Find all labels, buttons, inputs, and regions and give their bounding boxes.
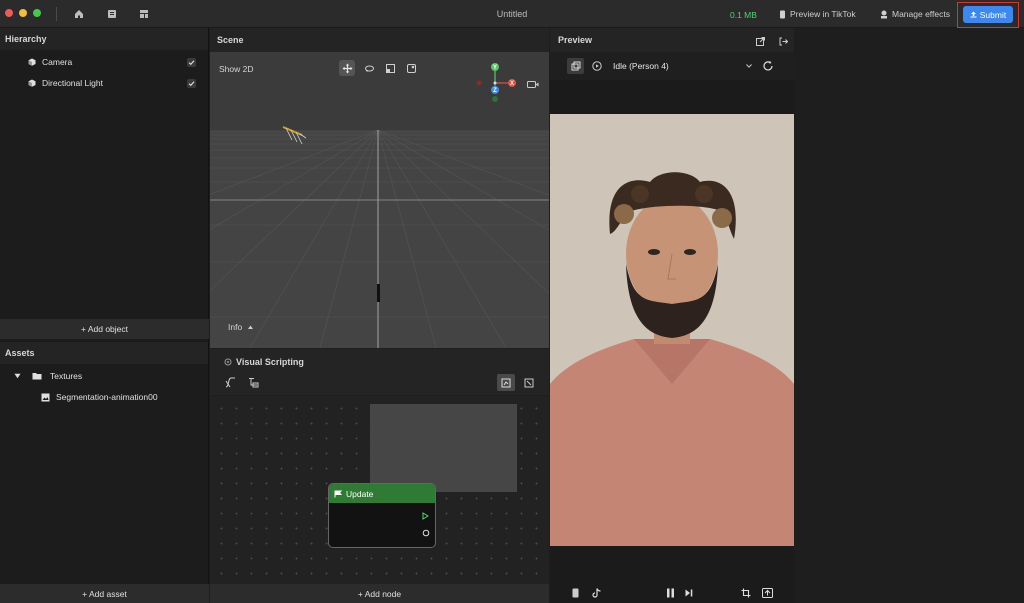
update-node[interactable]: Update <box>328 483 436 548</box>
add-node-button[interactable]: + Add node <box>210 584 549 603</box>
asset-file-label: Segmentation-animation00 <box>56 392 158 402</box>
graph-icon <box>501 378 511 387</box>
cube-icon <box>28 58 36 66</box>
preview-in-tiktok-button[interactable]: Preview in TikTok <box>779 9 856 19</box>
preview-subject-select[interactable]: Idle (Person 4) <box>590 58 754 74</box>
asset-file-segmentation[interactable]: Segmentation-animation00 <box>41 389 158 405</box>
assets-folder-textures[interactable]: Textures <box>14 368 82 384</box>
group-tool-icon[interactable] <box>248 377 259 388</box>
left-panel: Hierarchy Camera Directional Light + Add… <box>0 28 209 603</box>
caret-up-icon <box>248 325 254 329</box>
hierarchy-item-label: Camera <box>42 57 73 67</box>
svg-text:X: X <box>510 81 514 87</box>
submit-label: Submit <box>979 9 1007 20</box>
visual-scripting-title: Visual Scripting <box>224 357 304 367</box>
exec-output-icon[interactable] <box>422 512 429 520</box>
curve-tool-icon[interactable] <box>225 377 236 388</box>
move-tool-button[interactable] <box>339 60 355 76</box>
axis-gizmo[interactable]: Y X Z <box>475 62 525 104</box>
visual-scripting-header: Visual Scripting <box>210 349 549 395</box>
preview-in-tiktok-label: Preview in TikTok <box>790 9 856 19</box>
hierarchy-item-directional-light[interactable]: Directional Light <box>28 75 196 91</box>
pause-icon[interactable] <box>666 588 675 598</box>
assets-header: Assets <box>0 342 208 364</box>
info-label: Info <box>228 322 243 332</box>
window-title: Untitled <box>496 9 528 19</box>
manage-effects-label: Manage effects <box>892 9 950 19</box>
preview-video-frame <box>550 114 794 546</box>
info-toggle[interactable]: Info <box>228 322 254 332</box>
update-node-label: Update <box>346 488 374 499</box>
preview-panel: Preview Idle (Person 4) <box>550 28 794 603</box>
flag-icon <box>334 490 342 497</box>
cube-icon <box>28 79 36 87</box>
svg-text:Z: Z <box>493 88 497 94</box>
exit-icon[interactable] <box>779 37 788 46</box>
layers-icon <box>571 61 580 71</box>
step-forward-icon[interactable] <box>685 589 693 597</box>
camera-view-icon[interactable] <box>527 80 539 89</box>
camera-figure <box>377 284 380 302</box>
visibility-checkbox[interactable] <box>187 78 196 88</box>
move-icon <box>342 63 352 73</box>
folder-icon <box>32 373 42 380</box>
phone-icon <box>780 10 785 18</box>
hierarchy-item-camera[interactable]: Camera <box>28 54 196 70</box>
selection-area <box>370 404 517 492</box>
phone-icon[interactable] <box>572 588 579 598</box>
caret-down-icon[interactable] <box>14 373 21 379</box>
image-file-icon <box>41 393 50 401</box>
chevron-down-icon <box>746 64 752 68</box>
pop-out-icon[interactable] <box>756 37 765 46</box>
update-node-header: Update <box>329 484 435 503</box>
submit-highlight: Submit <box>957 2 1019 28</box>
rect-transform-icon <box>406 63 416 73</box>
person-image <box>550 114 794 546</box>
scale-tool-button[interactable] <box>382 60 398 76</box>
effect-size-label: 0.1 MB <box>730 10 757 20</box>
gear-icon <box>224 358 232 366</box>
preview-toolbar: Idle (Person 4) <box>550 52 794 80</box>
layer-toggle-button[interactable] <box>567 58 584 74</box>
scene-header: Scene <box>210 28 549 52</box>
visibility-checkbox[interactable] <box>187 57 196 67</box>
effects-icon <box>881 10 887 18</box>
scene-viewport[interactable]: Show 2D Y X Z Info <box>210 52 549 348</box>
add-asset-button[interactable]: + Add asset <box>0 584 209 603</box>
rotate-icon <box>364 65 374 72</box>
preview-controls <box>550 583 794 603</box>
crop-icon[interactable] <box>741 588 751 598</box>
show-2d-toggle[interactable]: Show 2D <box>219 64 254 74</box>
tiktok-icon[interactable] <box>592 588 601 598</box>
scale-icon <box>385 63 395 73</box>
preview-subject-value: Idle (Person 4) <box>613 61 669 71</box>
fit-view-icon[interactable] <box>524 378 534 388</box>
manage-effects-button[interactable]: Manage effects <box>880 9 950 19</box>
record-icon[interactable] <box>762 588 773 598</box>
svg-text:Y: Y <box>493 65 497 71</box>
upload-icon <box>970 11 977 18</box>
hierarchy-item-label: Directional Light <box>42 78 103 88</box>
rotate-tool-button[interactable] <box>361 60 377 76</box>
visual-scripting-canvas[interactable]: Update <box>210 396 549 584</box>
graph-view-button[interactable] <box>497 374 515 391</box>
submit-button[interactable]: Submit <box>963 6 1013 23</box>
visual-scripting-label: Visual Scripting <box>236 357 304 367</box>
play-circle-icon[interactable] <box>592 61 602 71</box>
add-object-button[interactable]: + Add object <box>0 319 209 339</box>
folder-label: Textures <box>50 371 83 381</box>
rect-tool-button[interactable] <box>403 60 419 76</box>
title-bar: Untitled 0.1 MB Preview in TikTok Manage… <box>0 0 1024 28</box>
refresh-icon[interactable] <box>762 60 774 72</box>
data-output-icon[interactable] <box>422 529 430 537</box>
empty-workspace <box>794 28 1024 603</box>
hierarchy-header: Hierarchy <box>0 28 208 50</box>
